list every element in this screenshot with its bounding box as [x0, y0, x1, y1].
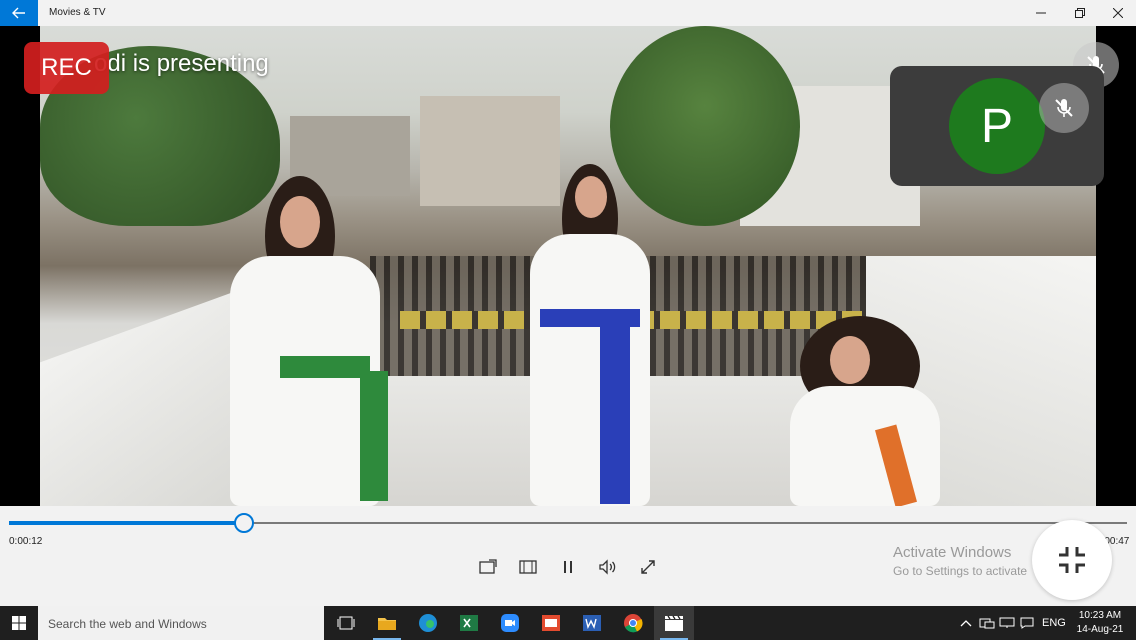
word-icon	[583, 615, 601, 631]
taskbar-zoom[interactable]	[490, 606, 530, 640]
playback-controls: 0:00:12 0:00:47 Activate Windows Go to S…	[0, 506, 1136, 606]
taskbar-search[interactable]: Search the web and Windows	[38, 606, 324, 640]
app-title: Movies & TV	[49, 7, 106, 18]
title-bar: Movies & TV	[0, 0, 1136, 26]
restore-icon	[1075, 8, 1085, 18]
seek-progress	[9, 521, 244, 525]
presenting-banner: odi is presenting	[94, 50, 269, 77]
activation-title: Activate Windows	[893, 544, 1012, 561]
taskbar-word[interactable]	[572, 606, 612, 640]
video-player[interactable]: odi is presenting REC P	[0, 26, 1136, 506]
rec-badge: REC	[24, 42, 109, 94]
minimize-icon	[1036, 12, 1046, 14]
cast-button[interactable]	[476, 556, 500, 578]
zoom-icon	[501, 614, 519, 632]
volume-icon	[599, 559, 616, 575]
activation-watermark: Activate Windows Go to Settings to activ…	[893, 544, 1027, 578]
start-button[interactable]	[0, 606, 38, 640]
clock-time: 10:23 AM	[1078, 610, 1122, 621]
taskbar-movies-tv[interactable]	[654, 606, 694, 640]
back-arrow-icon	[12, 7, 25, 19]
aspect-ratio-icon	[519, 560, 537, 574]
chevron-up-icon	[960, 620, 972, 627]
message-icon	[1020, 617, 1034, 629]
taskbar-excel[interactable]	[449, 606, 489, 640]
restore-button[interactable]	[1062, 3, 1098, 23]
chrome-icon	[624, 614, 643, 633]
clock-date: 14-Aug-21	[1076, 624, 1124, 635]
seek-thumb[interactable]	[233, 513, 254, 533]
tray-overflow-button[interactable]	[960, 606, 972, 640]
taskbar: Search the web and Windows ENG 10:23 AM …	[0, 606, 1136, 640]
network-icon	[979, 618, 995, 629]
tray-network[interactable]	[979, 606, 995, 640]
back-button[interactable]	[0, 0, 38, 26]
participant-tile: P	[890, 66, 1104, 186]
close-button[interactable]	[1100, 3, 1136, 23]
volume-button[interactable]	[596, 556, 620, 578]
taskbar-chrome[interactable]	[613, 606, 653, 640]
tray-display[interactable]	[999, 606, 1015, 640]
task-view-icon	[337, 616, 355, 630]
activation-subtitle: Go to Settings to activate	[893, 564, 1028, 578]
close-icon	[1113, 8, 1123, 18]
participant-mic-status	[1039, 83, 1089, 133]
recorder-icon	[542, 615, 560, 631]
minimize-button[interactable]	[1023, 3, 1059, 23]
pause-button[interactable]	[556, 556, 580, 578]
time-elapsed: 0:00:12	[9, 536, 43, 547]
taskbar-file-explorer[interactable]	[367, 606, 407, 640]
display-icon	[999, 617, 1015, 628]
dancer	[520, 164, 670, 506]
edge-browser-icon	[419, 614, 437, 632]
tray-notifications[interactable]	[1020, 606, 1034, 640]
taskbar-edge[interactable]	[408, 606, 448, 640]
cast-icon	[479, 559, 497, 574]
tray-language[interactable]: ENG	[1042, 606, 1066, 640]
task-view-button[interactable]	[326, 606, 366, 640]
taskbar-clock[interactable]: 10:23 AM 14-Aug-21	[1072, 609, 1128, 637]
excel-icon	[460, 615, 478, 631]
exit-fullscreen-button[interactable]	[1032, 520, 1112, 600]
clapperboard-icon	[665, 615, 683, 631]
search-placeholder: Search the web and Windows	[48, 617, 207, 631]
mic-off-icon	[1055, 99, 1073, 117]
dancer	[210, 176, 410, 506]
avatar: P	[949, 78, 1045, 174]
windows-logo-icon	[12, 616, 26, 630]
pause-icon	[564, 561, 572, 573]
folder-icon	[378, 618, 396, 630]
fullscreen-icon	[641, 560, 655, 574]
exit-fullscreen-icon	[1059, 547, 1085, 573]
dancer	[780, 316, 960, 506]
taskbar-screen-recorder[interactable]	[531, 606, 571, 640]
fullscreen-button[interactable]	[636, 556, 660, 578]
aspect-ratio-button[interactable]	[516, 556, 540, 578]
